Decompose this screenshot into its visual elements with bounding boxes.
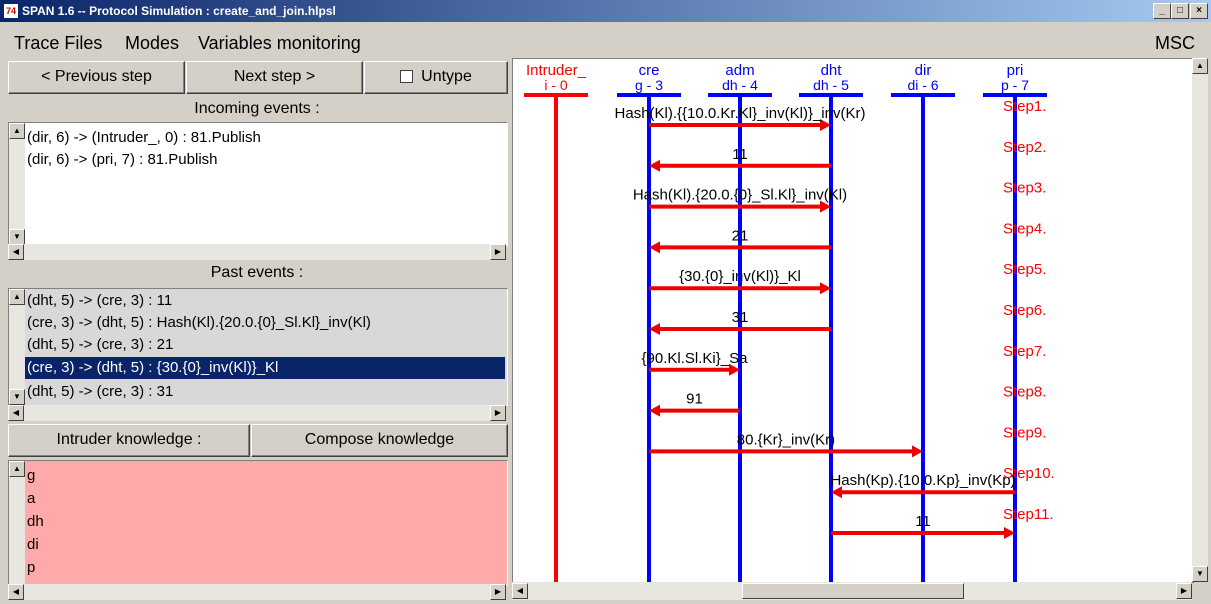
step-label: Step11. [1003,506,1054,523]
step-label: Step10. [1003,465,1055,482]
step-label: Step3. [1003,180,1046,197]
past-event-item[interactable]: (dht, 5) -> (cre, 3) : 31 [25,381,173,403]
msc-vscroll[interactable]: ▲ ▼ [1192,58,1208,582]
participant-id: i - 0 [544,77,568,93]
menu-bar: Trace Files Modes Variables monitoring M… [0,22,1211,58]
message-label: Hash(Kp).{10.0.Kp}_inv(Kp) [830,472,1015,489]
incoming-vscroll[interactable]: ▲ ▼ [9,123,25,245]
menu-variables-monitoring[interactable]: Variables monitoring [198,33,361,54]
checkbox-icon [400,70,414,84]
minimize-button[interactable]: _ [1153,3,1171,19]
past-event-item-selected[interactable]: (cre, 3) -> (dht, 5) : {30.{0}_inv(Kl)}_… [25,357,505,379]
knowledge-hscroll[interactable]: ◀ ▶ [8,584,506,600]
menu-modes[interactable]: Modes [125,33,179,54]
past-events-header: Past events : [210,264,304,281]
previous-step-button[interactable]: < Previous step [8,61,185,94]
intruder-knowledge-button[interactable]: Intruder knowledge : [8,424,250,457]
step-label: Step7. [1003,343,1046,360]
step-label: Step9. [1003,424,1046,441]
participant-id: p - 7 [1001,77,1029,93]
scroll-down-icon[interactable]: ▼ [9,229,25,245]
close-button[interactable]: × [1190,3,1208,19]
scroll-left-icon[interactable]: ◀ [8,584,24,600]
participant-id: dh - 5 [813,77,849,93]
past-hscroll[interactable]: ◀ ▶ [8,405,506,421]
message-sequence-chart: Intruder_i - 0creg - 3admdh - 4dhtdh - 5… [524,62,1055,582]
knowledge-vscroll[interactable]: ▲ [9,461,25,585]
scroll-up-icon[interactable]: ▲ [1192,58,1208,74]
message-label: {90.Kl.Sl.Ki}_Sa [642,350,749,367]
step-label: Step6. [1003,302,1046,319]
scroll-right-icon[interactable]: ▶ [490,584,506,600]
scroll-up-icon[interactable]: ▲ [9,289,25,305]
participant-id: dh - 4 [722,77,758,93]
step-label: Step8. [1003,384,1046,401]
incoming-event-item[interactable]: (dir, 6) -> (pri, 7) : 81.Publish [25,149,218,171]
step-label: Step5. [1003,261,1046,278]
app-icon: 74 [4,4,18,18]
past-events-list: ▲ ▼ (dht, 5) -> (cre, 3) : 11 (cre, 3) -… [8,288,508,406]
scroll-down-icon[interactable]: ▼ [9,389,25,405]
scroll-up-icon[interactable]: ▲ [9,123,25,139]
next-step-button[interactable]: Next step > [186,61,363,94]
msc-diagram-panel: Intruder_ i - 0 cre g - 3 adm dh - 4 dht dh - 5… [512,58,1194,583]
participant-id: g - 3 [635,77,663,93]
scroll-left-icon[interactable]: ◀ [512,583,528,599]
scroll-right-icon[interactable]: ▶ [490,405,506,421]
step-label: Step4. [1003,220,1046,237]
scroll-left-icon[interactable]: ◀ [8,405,24,421]
message-label: 21 [732,227,749,244]
message-label: Hash(Kl).{20.0.{0}_Sl.Kl}_inv(Kl) [633,187,847,204]
title-bar: 74 SPAN 1.6 -- Protocol Simulation : cre… [0,0,1211,22]
scroll-left-icon[interactable]: ◀ [8,244,24,260]
incoming-events-list: ▲ ▼ (dir, 6) -> (Intruder_, 0) : 81.Publ… [8,122,508,246]
menu-trace-files[interactable]: Trace Files [14,33,102,54]
knowledge-item[interactable]: p [25,557,35,579]
compose-knowledge-button[interactable]: Compose knowledge [251,424,508,457]
maximize-button[interactable]: □ [1171,3,1189,19]
knowledge-item[interactable]: g [25,465,35,487]
knowledge-item[interactable]: di [25,534,39,556]
participant-id: di - 6 [907,77,938,93]
message-label: 11 [915,513,931,530]
message-label: 31 [732,309,749,326]
incoming-event-item[interactable]: (dir, 6) -> (Intruder_, 0) : 81.Publish [25,127,261,149]
scroll-thumb[interactable] [742,583,964,599]
untype-checkbox[interactable]: Untype [364,61,508,94]
incoming-hscroll[interactable]: ◀ ▶ [8,244,506,260]
past-event-item[interactable]: (dht, 5) -> (cre, 3) : 21 [25,334,173,356]
past-event-item[interactable]: (cre, 3) -> (dht, 5) : Hash(Kl).{20.0.{0… [25,312,371,334]
intruder-knowledge-list: ▲ g a dh di p [8,460,508,586]
past-vscroll[interactable]: ▲ ▼ [9,289,25,405]
message-label: 80.{Kr}_inv(Kr) [737,431,835,448]
scroll-right-icon[interactable]: ▶ [1176,583,1192,599]
window-title: SPAN 1.6 -- Protocol Simulation : create… [22,4,336,18]
step-label: Step1. [1003,98,1046,115]
message-label: 11 [732,146,748,163]
incoming-events-header: Incoming events : [194,100,320,117]
message-label: 91 [686,391,703,408]
scroll-up-icon[interactable]: ▲ [9,461,25,477]
menu-msc[interactable]: MSC [1155,33,1195,54]
knowledge-item[interactable]: dh [25,511,44,533]
message-label: Hash(Kl).{{10.0.Kr.Kl}_inv(Kl)}_inv(Kr) [615,105,866,122]
scroll-down-icon[interactable]: ▼ [1192,566,1208,582]
knowledge-item[interactable]: a [25,488,35,510]
scroll-right-icon[interactable]: ▶ [490,244,506,260]
message-label: {30.{0}_inv(Kl)}_Kl [679,268,801,285]
step-label: Step2. [1003,139,1046,156]
past-event-item[interactable]: (dht, 5) -> (cre, 3) : 11 [25,290,172,312]
msc-hscroll[interactable]: ◀ ▶ [512,582,1192,600]
untype-label: Untype [421,68,472,85]
